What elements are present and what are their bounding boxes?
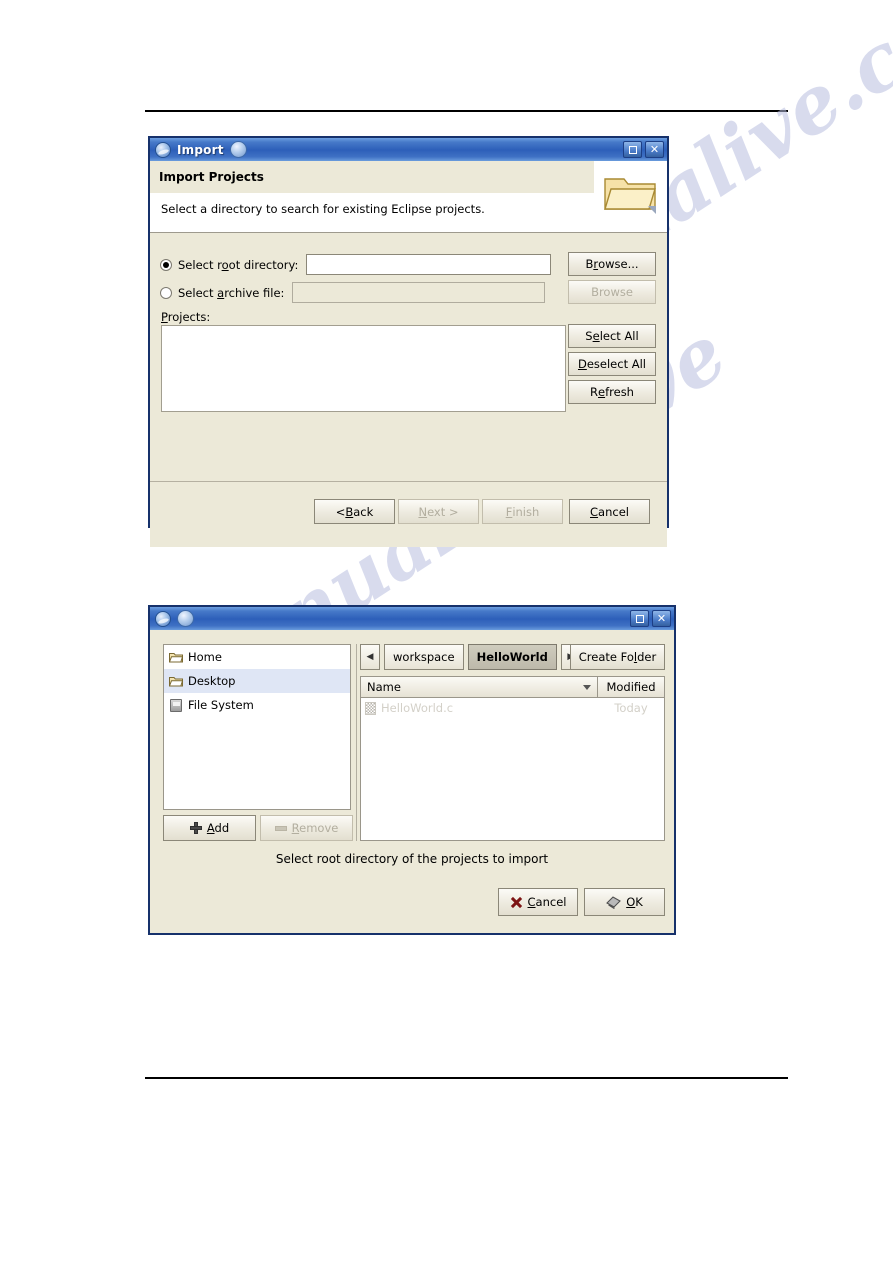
wizard-body: Select root directory: Br owse... Select … xyxy=(150,233,667,481)
globe-icon xyxy=(229,141,247,158)
folder-icon xyxy=(169,676,183,686)
import-titlebar: Import ✕ xyxy=(150,138,667,161)
place-label: Home xyxy=(188,650,222,664)
remove-place-button[interactable]: Remove xyxy=(260,815,353,841)
next-button[interactable]: Next > xyxy=(398,499,479,524)
projects-list[interactable] xyxy=(161,325,566,412)
finish-button[interactable]: Finish xyxy=(482,499,563,524)
places-sidebar[interactable]: Home Desktop File System xyxy=(163,644,351,810)
file-icon xyxy=(365,701,376,715)
close-icon: ✕ xyxy=(649,143,660,156)
refresh-button[interactable]: Re fresh xyxy=(568,380,656,404)
wizard-header: Import Projects Select a directory to se… xyxy=(150,161,667,233)
archive-file-row: Select archive file: xyxy=(160,282,546,303)
column-modified-label: Modified xyxy=(606,680,656,694)
import-window-title: Import xyxy=(177,142,224,157)
ok-icon xyxy=(606,895,622,909)
eclipse-icon xyxy=(155,141,171,158)
x-icon xyxy=(510,896,523,909)
chooser-cancel-button[interactable]: Cancel xyxy=(498,888,578,916)
chooser-titlebar: ✕ xyxy=(150,607,674,630)
place-label: File System xyxy=(188,698,254,712)
minus-icon xyxy=(274,825,287,831)
triangle-left-icon: ◀ xyxy=(366,652,374,662)
drive-icon xyxy=(170,698,182,712)
eclipse-icon xyxy=(155,610,171,627)
place-label: Desktop xyxy=(188,674,236,688)
chooser-body: Home Desktop File System Add Remove ◀ wo… xyxy=(150,630,674,933)
chooser-cancel-label: Cancel xyxy=(527,895,567,909)
maximize-button[interactable] xyxy=(623,141,642,158)
place-item-file-system[interactable]: File System xyxy=(164,693,350,717)
breadcrumb-helloworld[interactable]: HelloWorld xyxy=(467,644,557,670)
add-place-button[interactable]: Add xyxy=(163,815,256,841)
browse-archive-button[interactable]: Browse xyxy=(568,280,656,304)
plus-icon xyxy=(189,822,202,834)
folder-icon xyxy=(604,178,656,214)
browse-root-button[interactable]: Br owse... xyxy=(568,252,656,276)
folder-icon xyxy=(169,652,183,662)
sort-descending-icon xyxy=(583,684,591,690)
archive-file-input[interactable] xyxy=(292,282,546,303)
file-name-text: HelloWorld.c xyxy=(381,701,454,715)
column-name-label: Name xyxy=(367,680,401,694)
add-label: Add xyxy=(206,821,230,835)
chooser-ok-label: OK xyxy=(626,895,643,909)
root-directory-input[interactable] xyxy=(306,254,552,275)
wizard-header-description: Select a directory to search for existin… xyxy=(161,202,485,216)
close-button[interactable]: ✕ xyxy=(645,141,664,158)
projects-label: Projects: xyxy=(161,310,211,324)
archive-file-radio[interactable] xyxy=(160,286,172,299)
select-all-button[interactable]: Se lect All xyxy=(568,324,656,348)
breadcrumb-workspace[interactable]: workspace xyxy=(384,644,464,670)
create-folder-button[interactable]: Create Fo l der xyxy=(570,644,665,670)
import-wizard-window: Import ✕ Import Projects Select a direct… xyxy=(148,136,669,547)
place-item-home[interactable]: Home xyxy=(164,645,350,669)
file-list-row[interactable]: HelloWorld.c Today xyxy=(361,698,664,718)
cancel-button[interactable]: Cancel xyxy=(569,499,650,524)
root-directory-label: Select root directory: xyxy=(178,257,299,272)
path-breadcrumb-bar: ◀ workspace HelloWorld ▶ xyxy=(360,644,585,670)
maximize-button[interactable] xyxy=(630,610,649,627)
column-header-name[interactable]: Name xyxy=(361,677,598,697)
column-header-modified[interactable]: Modified xyxy=(598,677,664,697)
root-directory-radio[interactable] xyxy=(160,258,172,271)
chooser-status-text: Select root directory of the projects to… xyxy=(275,852,549,866)
chooser-ok-button[interactable]: OK xyxy=(584,888,665,916)
file-list-header: Name Modified xyxy=(361,677,664,698)
maximize-icon xyxy=(635,614,644,623)
place-item-desktop[interactable]: Desktop xyxy=(164,669,350,693)
close-button[interactable]: ✕ xyxy=(652,610,671,627)
file-name-cell: HelloWorld.c xyxy=(365,701,598,715)
file-modified-cell: Today xyxy=(614,701,648,715)
page-rule-top xyxy=(145,110,788,112)
deselect-all-button[interactable]: Deselect All xyxy=(568,352,656,376)
wizard-header-title: Import Projects xyxy=(159,170,264,184)
remove-label: Remove xyxy=(291,821,339,835)
back-button[interactable]: < Back xyxy=(314,499,395,524)
root-directory-row: Select root directory: xyxy=(160,254,552,275)
maximize-icon xyxy=(628,145,637,154)
archive-file-label: Select archive file: xyxy=(178,285,285,300)
wizard-footer: < Back Next > Finish Cancel xyxy=(150,481,667,547)
file-list[interactable]: Name Modified HelloWorld.c Today xyxy=(360,676,665,841)
page-rule-bottom xyxy=(145,1077,788,1079)
path-prev-button[interactable]: ◀ xyxy=(360,644,380,670)
close-icon: ✕ xyxy=(656,612,667,625)
file-chooser-window: ✕ Home Desktop File System Add Remove ◀ … xyxy=(148,605,676,935)
globe-icon xyxy=(177,610,194,627)
panel-divider xyxy=(356,644,357,841)
